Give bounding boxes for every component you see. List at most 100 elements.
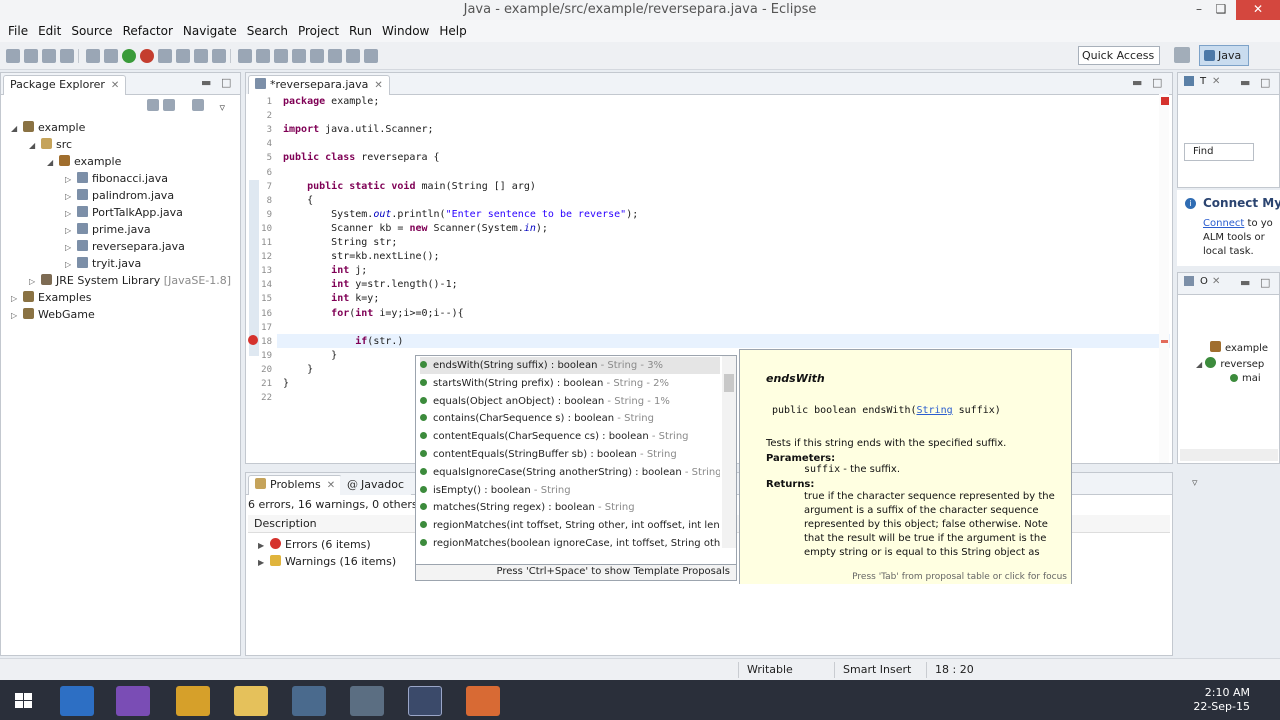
tree-item[interactable]: ◢ example — [11, 119, 85, 136]
menu-file[interactable]: File — [4, 24, 34, 38]
visual-studio-icon[interactable] — [116, 686, 150, 716]
code-line[interactable]: package example; — [283, 95, 379, 109]
code-line[interactable]: String str; — [283, 236, 397, 250]
save-icon[interactable] — [24, 48, 38, 63]
print-icon[interactable] — [60, 48, 74, 63]
show-whitespace-icon[interactable] — [292, 48, 306, 63]
close-icon[interactable]: ✕ — [1212, 276, 1220, 287]
tree-item[interactable]: ▷ WebGame — [11, 306, 95, 323]
chevron-right-icon[interactable]: ▷ — [65, 239, 77, 256]
skip-breakpoints-icon[interactable] — [104, 48, 118, 63]
tree-item[interactable]: ▷ PortTalkApp.java — [65, 204, 183, 221]
close-icon[interactable]: ✕ — [374, 80, 382, 91]
completion-proposal[interactable]: equals(Object anObject) : boolean - Stri… — [420, 393, 720, 410]
app-icon[interactable] — [350, 686, 384, 716]
problems-view-menu-icon[interactable]: ▿ — [1192, 476, 1198, 489]
chevron-down-icon[interactable]: ◢ — [29, 137, 41, 154]
chrome-icon[interactable] — [176, 686, 210, 716]
tab-javadoc[interactable]: @ Javadoc — [340, 475, 411, 495]
minimize-view-icon[interactable]: ▬ — [1240, 76, 1250, 89]
minimize-view-icon[interactable]: ▬ — [1240, 276, 1250, 289]
new-package-icon[interactable] — [176, 48, 190, 63]
string-type-link[interactable]: String — [917, 405, 953, 416]
minimize-view-icon[interactable]: ▬ — [201, 76, 211, 89]
close-icon[interactable]: ✕ — [1212, 76, 1220, 87]
chevron-right-icon[interactable]: ▷ — [29, 273, 41, 290]
outline-item-package[interactable]: example — [1210, 341, 1268, 354]
chevron-right-icon[interactable]: ▷ — [11, 290, 23, 307]
javadoc-hover[interactable]: endsWith public boolean endsWith(String … — [739, 349, 1072, 584]
menu-search[interactable]: Search — [243, 24, 294, 38]
system-clock[interactable]: 2:10 AM 22-Sep-15 — [1193, 686, 1250, 714]
menu-navigate[interactable]: Navigate — [179, 24, 243, 38]
completion-proposal[interactable]: contentEquals(StringBuffer sb) : boolean… — [420, 446, 720, 463]
tree-item[interactable]: ▷ palindrom.java — [65, 187, 174, 204]
find-input[interactable]: Find — [1184, 143, 1254, 161]
run-icon[interactable] — [122, 48, 136, 63]
file-explorer-icon[interactable] — [234, 686, 268, 716]
new-java-project-icon[interactable] — [158, 48, 172, 63]
tab-package-explorer[interactable]: Package Explorer ✕ — [3, 75, 127, 95]
code-line[interactable]: public class reversepara { — [283, 151, 440, 165]
error-icon[interactable] — [248, 335, 258, 345]
maximize-view-icon[interactable]: □ — [221, 76, 231, 89]
tab-problems[interactable]: Problems ✕ — [248, 475, 343, 495]
warnings-group[interactable]: ▶ Warnings (16 items) — [258, 553, 396, 571]
link-with-editor-icon[interactable] — [162, 99, 175, 111]
error-summary-icon[interactable] — [1161, 97, 1169, 105]
completion-proposal[interactable]: regionMatches(int toffset, String other,… — [420, 517, 720, 534]
code-line[interactable]: str=kb.nextLine(); — [283, 250, 439, 264]
chevron-right-icon[interactable]: ▷ — [65, 256, 77, 273]
chevron-right-icon[interactable]: ▷ — [65, 171, 77, 188]
expand-icon[interactable]: ▶ — [258, 537, 270, 554]
outline-item-method[interactable]: mai — [1230, 373, 1261, 384]
tree-item[interactable]: ▷ reversepara.java — [65, 238, 185, 255]
quick-access-input[interactable]: Quick Access — [1078, 46, 1160, 65]
collapse-all-icon[interactable] — [147, 99, 159, 111]
restore-button[interactable]: ❑ — [1208, 0, 1234, 20]
chevron-right-icon[interactable]: ▷ — [65, 205, 77, 222]
completion-proposal[interactable]: isEmpty() : boolean - String — [420, 482, 720, 499]
completion-proposal[interactable]: equalsIgnoreCase(String anotherString) :… — [420, 464, 720, 481]
code-line[interactable]: } — [283, 349, 337, 363]
code-line[interactable]: int k=y; — [283, 292, 379, 306]
completion-proposal[interactable]: startsWith(String prefix) : boolean - St… — [420, 375, 720, 392]
tree-item[interactable]: ▷ tryit.java — [65, 255, 141, 272]
save-all-icon[interactable] — [42, 48, 56, 63]
prev-annotation-icon[interactable] — [328, 48, 342, 63]
completion-proposal[interactable]: matches(String regex) : boolean - String — [420, 499, 720, 516]
tree-item[interactable]: ◢ src — [29, 136, 72, 153]
code-line[interactable]: } — [283, 377, 289, 391]
tree-item[interactable]: ▷ fibonacci.java — [65, 170, 168, 187]
completion-proposal[interactable]: contains(CharSequence s) : boolean - Str… — [420, 410, 720, 427]
outline-item-class[interactable]: ◢ reversep — [1196, 357, 1264, 370]
completion-proposal[interactable]: contentEquals(CharSequence cs) : boolean… — [420, 428, 720, 445]
menu-project[interactable]: Project — [294, 24, 345, 38]
code-line[interactable]: if(str.) — [283, 335, 403, 349]
code-line[interactable]: System.out.println("Enter sentence to be… — [283, 208, 638, 222]
toggle-block-selection-icon[interactable] — [274, 48, 288, 63]
menu-run[interactable]: Run — [345, 24, 378, 38]
windows-start-icon[interactable] — [6, 686, 40, 716]
tree-item[interactable]: ▷ JRE System Library [JavaSE-1.8] — [29, 272, 231, 289]
code-line[interactable]: int y=str.length()-1; — [283, 278, 457, 292]
maximize-view-icon[interactable]: □ — [1260, 276, 1270, 289]
chevron-right-icon[interactable]: ▷ — [65, 188, 77, 205]
menu-edit[interactable]: Edit — [34, 24, 67, 38]
filter-icon[interactable] — [192, 99, 204, 111]
minimize-editor-icon[interactable]: ▬ — [1132, 76, 1142, 89]
code-line[interactable]: for(int i=y;i>=0;i--){ — [283, 307, 463, 321]
chevron-down-icon[interactable]: ◢ — [11, 120, 23, 137]
external-tools-icon[interactable] — [140, 48, 154, 63]
forward-icon[interactable] — [364, 48, 378, 63]
menu-window[interactable]: Window — [378, 24, 435, 38]
code-line[interactable]: { — [283, 194, 313, 208]
expand-icon[interactable]: ▶ — [258, 554, 270, 571]
tab-outline[interactable]: O — [1200, 276, 1208, 287]
internet-explorer-icon[interactable] — [60, 686, 94, 716]
proposal-scrollbar[interactable] — [722, 356, 736, 548]
app-icon[interactable] — [292, 686, 326, 716]
scrollbar-thumb[interactable] — [724, 374, 734, 392]
chevron-right-icon[interactable]: ▷ — [11, 307, 23, 324]
toggle-mark-occurrences-icon[interactable] — [256, 48, 270, 63]
